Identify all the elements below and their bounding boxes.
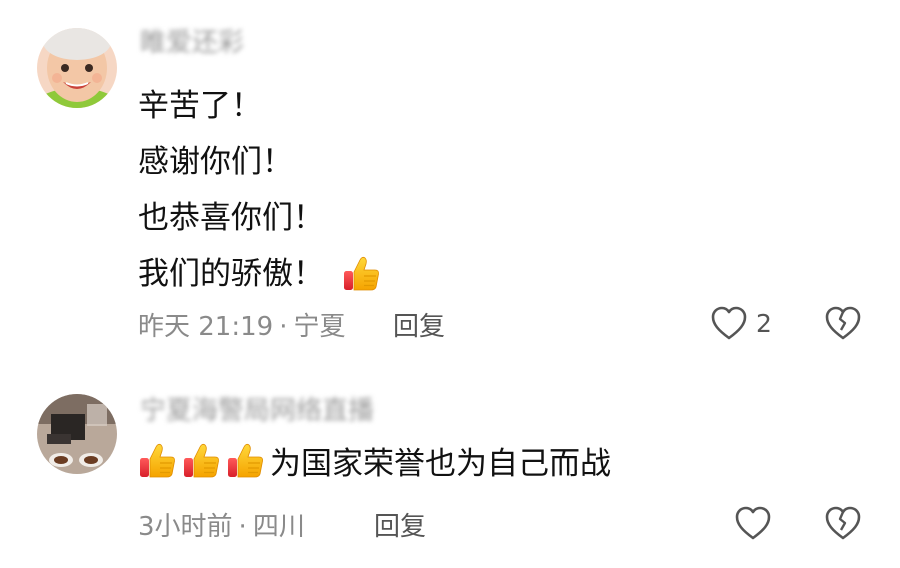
comment-meta: 昨天 21:19 · 宁夏 [138,306,345,343]
comment-line-text: 感谢你们！ [138,144,293,180]
comment-item: 宁夏海警局网络直播 为国家荣誉也为自己而战 3小时前 · 四川 回复 [0,372,900,568]
comment-line-text: 辛苦了！ [138,88,262,124]
comment-body: 为国家荣誉也为自己而战 [138,438,611,483]
broken-heart-icon [825,506,861,540]
avatar[interactable] [37,394,117,474]
comment-meta: 3小时前 · 四川 [138,506,305,543]
meta-separator: · [279,312,288,342]
username[interactable]: 宁夏海警局网络直播 [140,390,374,427]
comment-body: 辛苦了！ 感谢你们！ 也恭喜你们！ 我们的骄傲！ [138,78,382,302]
comment-location: 四川 [252,512,305,542]
like-button[interactable] [734,505,780,541]
meta-separator: · [238,512,247,542]
dislike-button[interactable] [824,505,862,545]
comment-line: 也恭喜你们！ [138,190,382,246]
comment-line: 感谢你们！ [138,134,382,190]
heart-icon [735,506,771,540]
username[interactable]: 睢爱还彩 [140,22,244,59]
thumbs-up-icon [342,254,382,294]
comment-time: 3小时前 [138,512,233,542]
comment-line: 辛苦了！ [138,78,382,134]
reply-button[interactable]: 回复 [393,306,445,343]
comment-line-text: 为国家荣誉也为自己而战 [270,446,611,482]
like-button[interactable]: 2 [710,305,772,341]
heart-icon [711,306,747,340]
comment-location: 宁夏 [293,312,346,342]
dislike-button[interactable] [824,305,862,345]
broken-heart-icon [825,306,861,340]
thumbs-up-icon [226,441,266,481]
avatar[interactable] [37,28,117,108]
comment-item: 睢爱还彩 辛苦了！ 感谢你们！ 也恭喜你们！ 我们的骄傲！ 昨天 21:19 · 宁… [0,0,900,370]
like-count: 2 [756,308,772,338]
comment-line: 我们的骄傲！ [138,246,382,302]
comment-time: 昨天 21:19 [138,312,274,342]
thumbs-up-icon [182,441,222,481]
thumbs-up-icon [138,441,178,481]
comment-line-text: 我们的骄傲！ [138,256,324,292]
reply-button[interactable]: 回复 [374,506,426,543]
comment-line-text: 也恭喜你们！ [138,200,324,236]
